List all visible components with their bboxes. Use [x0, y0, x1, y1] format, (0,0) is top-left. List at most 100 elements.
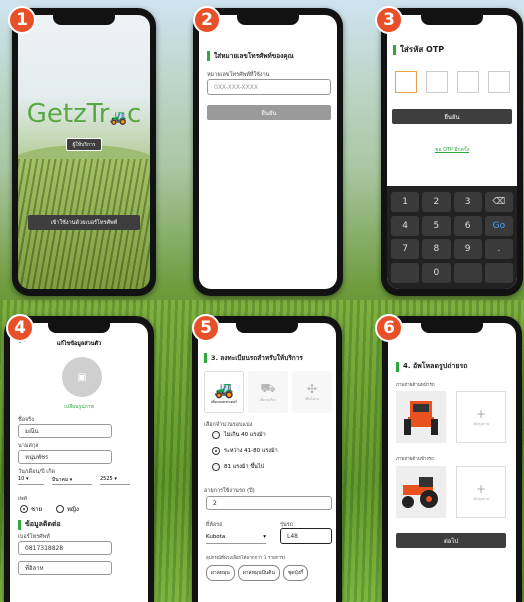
avatar[interactable]: ▣: [62, 357, 102, 397]
photo-upload-title: 4. อัพโหลดรูปถ่ายรถ: [396, 361, 467, 372]
phone-number-input[interactable]: 0XX-XXX-XXXX: [207, 79, 331, 95]
tractor-icon: 🚜: [214, 379, 234, 399]
phone-frame-3: ใส่รหัส OTP ยืนยัน ขอ OTP อีกครั้ง 1 2 3…: [381, 8, 523, 296]
confirm-button[interactable]: ยืนยัน: [207, 105, 331, 120]
brand-label: ยี่ห้อรถ: [206, 522, 223, 528]
otp-digit-box[interactable]: [426, 71, 448, 93]
phone-notch: [48, 323, 110, 333]
phone-login-button[interactable]: เข้าใช้งานด้วยเบอร์โทรศัพท์: [28, 215, 140, 230]
dob-day-select[interactable]: 10 ▾: [18, 476, 44, 485]
step-badge-5: 5: [192, 314, 220, 342]
vehicle-harvester-option[interactable]: ⛟ เพิ่มรถเกี่ยว: [248, 371, 288, 413]
vehicle-age-input[interactable]: 2: [206, 496, 332, 510]
otp-confirm-button[interactable]: ยืนยัน: [392, 109, 512, 124]
hp-option-1[interactable]: ไม่เกิน 40 แรงม้า: [212, 431, 278, 439]
phone-frame-4: ← แก้ไขข้อมูลส่วนตัว ▣ เปลี่ยนรูปภาพ ชื่…: [4, 316, 154, 602]
provider-button[interactable]: ผู้ให้บริการ: [66, 138, 102, 151]
tractor-side-icon: [402, 477, 438, 508]
key-go[interactable]: Go: [484, 215, 513, 236]
resend-otp-link[interactable]: ขอ OTP อีกครั้ง: [387, 146, 517, 154]
change-photo-link[interactable]: เปลี่ยนรูปภาพ: [10, 403, 148, 411]
key-5[interactable]: 5: [422, 215, 451, 236]
key-8[interactable]: 8: [422, 239, 451, 259]
accent-bar: [204, 353, 207, 363]
model-input[interactable]: L48: [280, 528, 332, 544]
phone-entry-title: ใส่หมายเลขโทรศัพท์ของคุณ: [207, 51, 294, 61]
key-6[interactable]: 6: [453, 215, 482, 236]
phone-notch: [53, 15, 115, 25]
phone-frame-5: 3. ลงทะเบียนรถสำหรับให้บริการ 🚜 เพิ่มรถแ…: [192, 316, 342, 602]
key-2[interactable]: 2: [422, 192, 451, 212]
phone-notch: [236, 323, 298, 333]
phone-frame-1: GetzTr🚜c ผู้ให้บริการ เข้าใช้งานด้วยเบอร…: [12, 8, 156, 296]
key-7[interactable]: 7: [391, 239, 420, 259]
gender-radios: ชาย หญิง: [20, 504, 79, 514]
phone-notch: [237, 15, 299, 25]
otp-boxes: [395, 71, 510, 93]
hp-option-2[interactable]: ระหว่าง 41-80 แรงม้า: [212, 447, 278, 455]
plus-icon: +: [475, 482, 487, 496]
chevron-down-icon: ▾: [263, 533, 266, 540]
equipment-tag[interactable]: ชุดบุ้งกี๋: [282, 565, 309, 581]
vehicle-register-title: 3. ลงทะเบียนรถสำหรับให้บริการ: [204, 353, 303, 363]
equipment-tag[interactable]: ผาลหมุน: [206, 565, 235, 581]
horsepower-options: ไม่เกิน 40 แรงม้า ระหว่าง 41-80 แรงม้า 8…: [212, 431, 278, 471]
key-0[interactable]: 0: [422, 262, 451, 283]
side-photo-label: ภาพถ่ายด้านข้างรถ: [396, 457, 434, 462]
address-input[interactable]: ที่อิลาห: [18, 561, 112, 575]
equipment-options: ผาลหมุน ผาลหมุนปั่นดิน ชุดบุ้งกี๋: [206, 565, 309, 581]
backspace-icon[interactable]: ⌫: [484, 192, 513, 212]
tractor-front-icon: [404, 401, 438, 435]
key-9[interactable]: 9: [453, 239, 482, 259]
phone-frame-2: ใส่หมายเลขโทรศัพท์ของคุณ หมายเลขโทรศัพท์…: [193, 8, 343, 296]
step-badge-3: 3: [375, 6, 403, 34]
dob-label: วัน/เดือน/ปี เกิด: [18, 469, 56, 475]
brand-select[interactable]: Kubota ▾: [206, 530, 266, 544]
phone-notch: [421, 323, 483, 333]
otp-digit-box[interactable]: [395, 71, 417, 93]
equipment-tag[interactable]: ผาลหมุนปั่นดิน: [237, 565, 280, 581]
dob-selects: 10 ▾ มีนาคม ▾ 2525 ▾: [18, 476, 130, 485]
image-icon: ▣: [77, 371, 87, 383]
drone-icon: ✣: [306, 382, 318, 396]
vehicle-tractor-option[interactable]: 🚜 เพิ่มรถแทรกเตอร์: [204, 371, 244, 413]
add-front-photo-button[interactable]: + เพิ่มรูปถ่าย: [456, 391, 506, 443]
gender-female-radio[interactable]: หญิง: [55, 504, 79, 514]
phone-input[interactable]: 0817318828: [18, 541, 112, 555]
vehicle-type-options: 🚜 เพิ่มรถแทรกเตอร์ ⛟ เพิ่มรถเกี่ยว ✣ เพิ…: [204, 371, 332, 413]
dob-year-select[interactable]: 2525 ▾: [100, 476, 130, 485]
contact-title: ข้อมูลติดต่อ: [18, 519, 61, 530]
profile-screen: ← แก้ไขข้อมูลส่วนตัว ▣ เปลี่ยนรูปภาพ ชื่…: [10, 323, 148, 602]
phone-field-label: หมายเลขโทรศัพท์ที่ใช้งาน: [207, 72, 270, 78]
otp-digit-box[interactable]: [488, 71, 510, 93]
phone-label: เบอร์โทรศัพท์: [18, 534, 50, 540]
next-button[interactable]: ต่อไป: [396, 533, 506, 548]
accent-bar: [18, 519, 21, 530]
add-side-photo-button[interactable]: + เพิ่มรูปถ่าย: [456, 466, 506, 518]
key-4[interactable]: 4: [391, 215, 420, 236]
equipment-label: อุปกรณ์ที่พ่วงเลือกได้มากกว่า 1 รายการ): [206, 556, 286, 561]
dob-month-select[interactable]: มีนาคม ▾: [52, 476, 92, 485]
vehicle-drone-option[interactable]: ✣ เพิ่มโดรน: [292, 371, 332, 413]
step-badge-6: 6: [375, 314, 403, 342]
firstname-input[interactable]: มณีน: [18, 424, 112, 438]
key-3[interactable]: 3: [453, 192, 482, 212]
horsepower-label: เลือกจำนวนรอบแบ่ง: [204, 422, 253, 428]
accent-bar: [207, 51, 210, 61]
front-photo[interactable]: [396, 391, 446, 443]
phone-entry-screen: ใส่หมายเลขโทรศัพท์ของคุณ หมายเลขโทรศัพท์…: [199, 15, 337, 289]
key-blank: [391, 262, 420, 283]
key-1[interactable]: 1: [391, 192, 420, 212]
step-badge-4: 4: [6, 314, 34, 342]
side-photo[interactable]: [396, 466, 446, 518]
key-blank: [453, 262, 482, 283]
plus-icon: +: [475, 407, 487, 421]
tractor-logo-icon: 🚜: [109, 110, 127, 126]
hp-option-3[interactable]: 81 แรงม้า ขึ้นไป: [212, 463, 278, 471]
harvester-icon: ⛟: [260, 381, 276, 395]
otp-digit-box[interactable]: [457, 71, 479, 93]
lastname-input[interactable]: หนุ่มพัชร: [18, 450, 112, 464]
key-blank: [484, 262, 513, 283]
gender-male-radio[interactable]: ชาย: [20, 504, 42, 514]
key-dot[interactable]: .: [484, 239, 513, 259]
